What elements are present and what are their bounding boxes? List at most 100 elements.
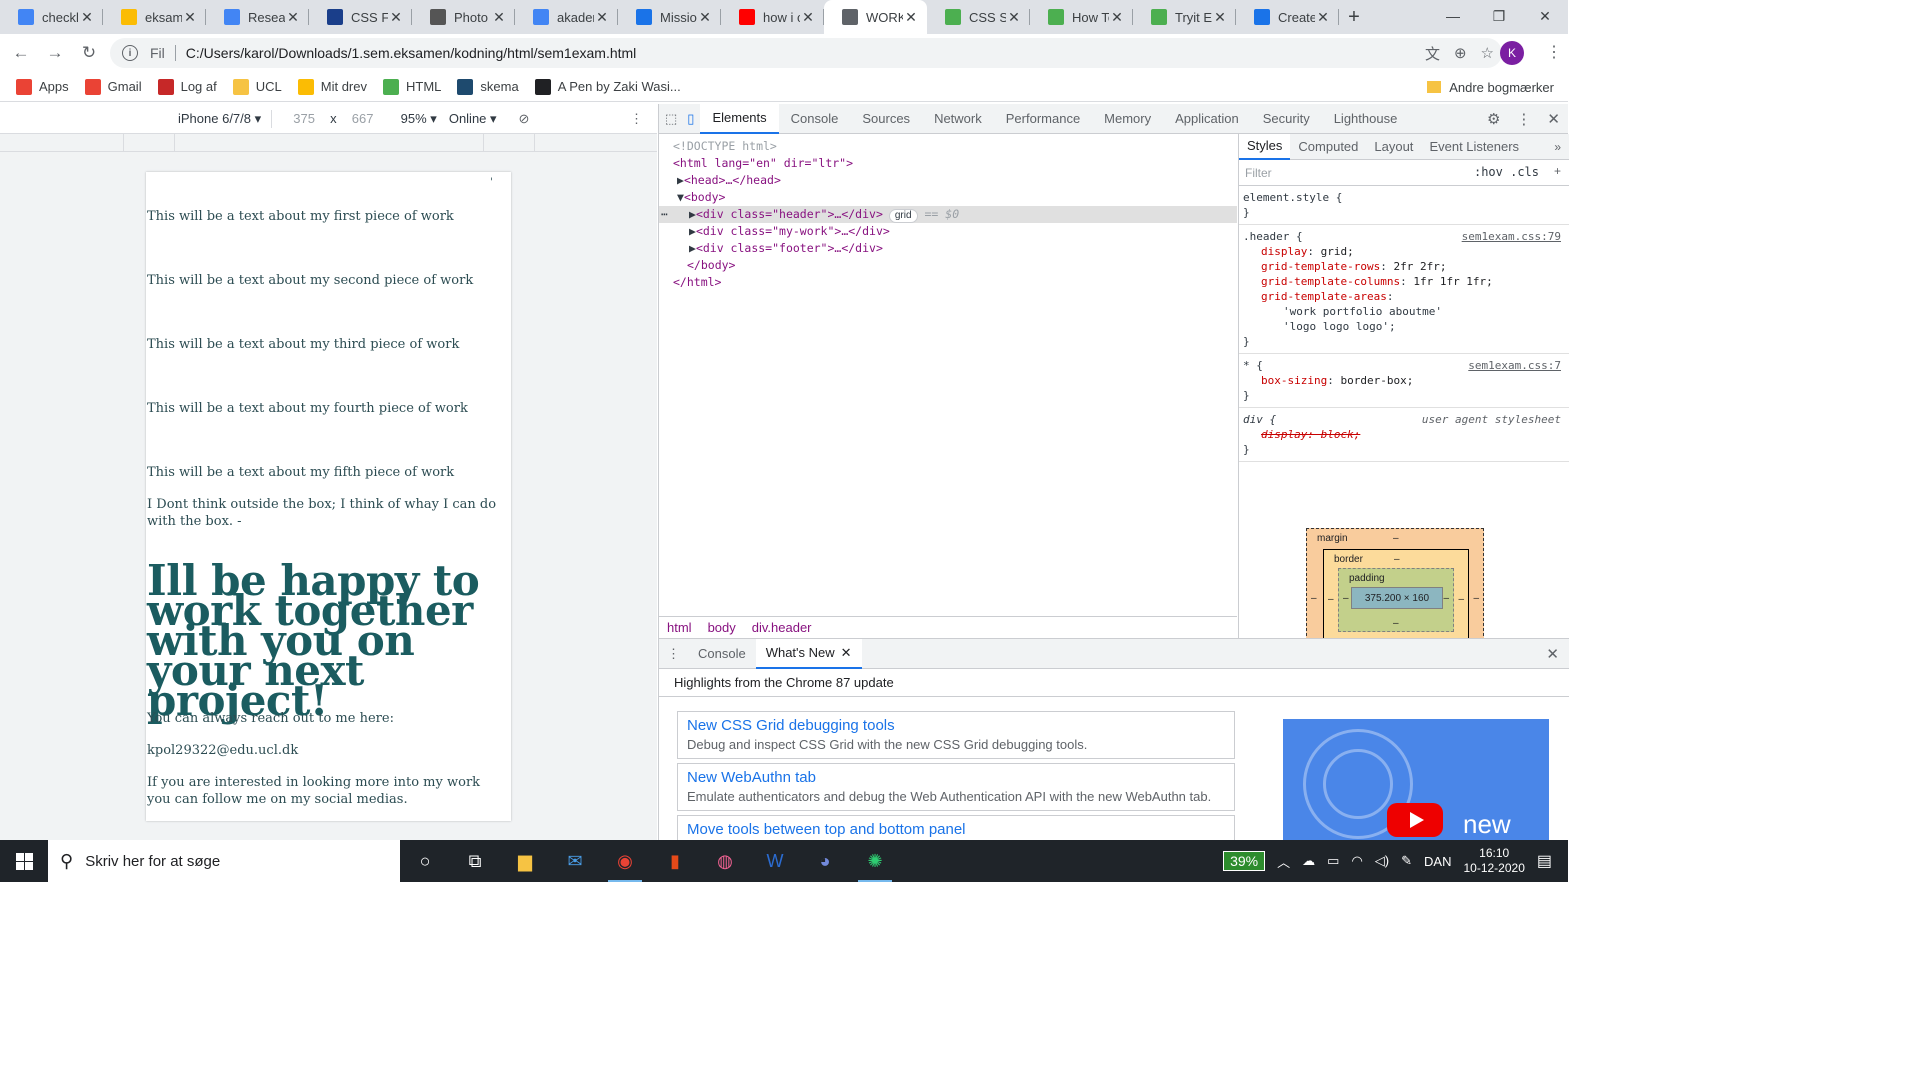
browser-tab[interactable]: CSS St✕ xyxy=(927,0,1030,34)
windows-start-icon[interactable] xyxy=(0,840,48,882)
pen-icon[interactable]: ✎ xyxy=(1401,853,1412,869)
other-bookmarks[interactable]: Andre bogmærker xyxy=(1427,72,1554,102)
styles-tab-computed[interactable]: Computed xyxy=(1290,134,1366,160)
browser-tab[interactable]: Missio ✕ xyxy=(618,0,721,34)
reload-icon[interactable]: ↻ xyxy=(72,36,106,70)
close-devtools-icon[interactable]: ✕ xyxy=(1547,110,1560,128)
grid-badge[interactable]: grid xyxy=(888,209,918,223)
close-window-icon[interactable]: ✕ xyxy=(1522,0,1568,32)
css-declaration[interactable]: grid-template-areas: xyxy=(1243,289,1565,304)
devtools-tab-performance[interactable]: Performance xyxy=(994,104,1092,134)
url-text[interactable]: C:/Users/karol/Downloads/1.sem.eksamen/k… xyxy=(186,45,637,61)
address-bar[interactable]: i Fil C:/Users/karol/Downloads/1.sem.eks… xyxy=(110,38,1502,68)
whats-new-video-thumbnail[interactable]: new xyxy=(1283,719,1549,845)
forward-icon[interactable]: → xyxy=(38,36,72,70)
browser-tab[interactable]: How Tc✕ xyxy=(1030,0,1133,34)
bookmark-item[interactable]: Log af xyxy=(157,78,217,95)
wifi-icon[interactable]: ◠ xyxy=(1351,853,1362,869)
battery-indicator[interactable]: 39% xyxy=(1223,851,1266,871)
youtube-play-icon[interactable] xyxy=(1387,803,1443,837)
word-icon[interactable]: W xyxy=(750,840,800,882)
browser-tab[interactable]: checkli ✕ xyxy=(0,0,103,34)
drawer-tab-console[interactable]: Console xyxy=(688,639,756,669)
volume-icon[interactable]: ◁) xyxy=(1375,853,1389,869)
creative-cloud-icon[interactable]: ◍ xyxy=(700,840,750,882)
devtools-tab-sources[interactable]: Sources xyxy=(850,104,922,134)
zoom-select[interactable]: 95% ▾ xyxy=(401,111,437,127)
html-close-line[interactable]: </html> xyxy=(659,274,1237,291)
close-tab-icon[interactable]: ✕ xyxy=(1006,9,1022,26)
browser-tab[interactable]: Tryit Ec✕ xyxy=(1133,0,1236,34)
devtools-tab-lighthouse[interactable]: Lighthouse xyxy=(1322,104,1410,134)
close-tab-icon[interactable]: ✕ xyxy=(903,9,919,26)
settings-gear-icon[interactable]: ⚙ xyxy=(1487,110,1500,128)
devtools-tab-memory[interactable]: Memory xyxy=(1092,104,1163,134)
close-tab-icon[interactable]: ✕ xyxy=(491,9,507,26)
element-style-rule[interactable]: element.style { } xyxy=(1239,186,1569,225)
close-tab-icon[interactable]: ✕ xyxy=(388,9,404,26)
devtools-tab-network[interactable]: Network xyxy=(922,104,994,134)
notifications-icon[interactable]: ▤ xyxy=(1537,851,1552,871)
drawer-menu-icon[interactable]: ⋮ xyxy=(667,646,680,662)
task-view-icon[interactable]: ⧉ xyxy=(450,840,500,882)
html-line[interactable]: <html lang="en" dir="ltr"> xyxy=(659,155,1237,172)
rotate-icon[interactable]: ⊘ xyxy=(519,111,530,127)
close-tab-icon[interactable]: ✕ xyxy=(594,9,610,26)
browser-tab[interactable]: how i c ✕ xyxy=(721,0,824,34)
close-tab-icon[interactable]: ✕ xyxy=(79,9,95,26)
bookmark-item[interactable]: Gmail xyxy=(84,78,142,95)
styles-tab-layout[interactable]: Layout xyxy=(1366,134,1421,160)
inspect-element-icon[interactable]: ⬚ xyxy=(665,111,677,127)
browser-tab[interactable]: akader ✕ xyxy=(515,0,618,34)
bookmark-item[interactable]: UCL xyxy=(232,78,282,95)
bookmark-item[interactable]: skema xyxy=(457,78,519,95)
collapse-arrow-icon[interactable]: ▼ xyxy=(677,190,684,204)
close-tab-icon[interactable]: ✕ xyxy=(1109,9,1125,26)
devtools-tab-security[interactable]: Security xyxy=(1251,104,1322,134)
expand-arrow-icon[interactable]: ▶ xyxy=(689,207,696,221)
close-tab-icon[interactable]: ✕ xyxy=(697,9,713,26)
header-rule-source[interactable]: sem1exam.css:79 xyxy=(1462,229,1561,244)
more-dots-icon[interactable]: ⋯ xyxy=(661,206,668,223)
throttle-select[interactable]: Online ▾ xyxy=(449,111,497,127)
universal-rule-source[interactable]: sem1exam.css:7 xyxy=(1468,358,1561,373)
info-icon[interactable]: i xyxy=(122,45,138,61)
office-icon[interactable]: ▮ xyxy=(650,840,700,882)
battery-icon[interactable]: ▭ xyxy=(1327,853,1339,869)
language-indicator[interactable]: DAN xyxy=(1424,854,1451,869)
clock[interactable]: 16:10 10-12-2020 xyxy=(1463,846,1524,876)
browser-tab[interactable]: Photo ✕ xyxy=(412,0,515,34)
whats-new-item[interactable]: New WebAuthn tab Emulate authenticators a… xyxy=(677,763,1235,811)
whats-new-item-title[interactable]: New WebAuthn tab xyxy=(687,768,1225,788)
close-drawer-icon[interactable]: ✕ xyxy=(1546,645,1559,663)
zoom-icon[interactable]: ⊕ xyxy=(1454,44,1467,62)
media-query-ruler[interactable] xyxy=(0,134,657,152)
device-width-input[interactable] xyxy=(282,107,327,130)
bookmark-item[interactable]: HTML xyxy=(383,78,441,95)
browser-tab[interactable]: WORK ✕ xyxy=(824,0,927,34)
mywork-div-line[interactable]: ▶<div class="my-work">…</div> xyxy=(659,223,1237,240)
close-tab-icon[interactable]: ✕ xyxy=(182,9,198,26)
css-declaration[interactable]: grid-template-rows: 2fr 2fr; xyxy=(1243,259,1565,274)
close-tab-icon[interactable]: ✕ xyxy=(285,9,301,26)
device-menu-icon[interactable]: ⋮ xyxy=(630,111,643,127)
close-tab-icon[interactable]: ✕ xyxy=(1315,9,1331,26)
devtools-menu-icon[interactable]: ⋮ xyxy=(1516,110,1531,128)
css-declaration[interactable]: display: grid; xyxy=(1243,244,1565,259)
avatar[interactable]: K xyxy=(1500,41,1524,65)
browser-tab[interactable]: Resear✕ xyxy=(206,0,309,34)
browser-tab[interactable]: eksame✕ xyxy=(103,0,206,34)
new-tab-button[interactable]: + xyxy=(1339,0,1369,34)
whats-new-item[interactable]: New CSS Grid debugging tools Debug and in… xyxy=(677,711,1235,759)
styles-filter[interactable]: Filter :hov .cls + xyxy=(1239,160,1569,186)
device-height-input[interactable] xyxy=(340,107,385,130)
close-tab-icon[interactable]: ✕ xyxy=(841,645,852,661)
browser-tab[interactable]: CSS Fo✕ xyxy=(309,0,412,34)
new-rule-icon[interactable]: + xyxy=(1554,164,1561,178)
css-declaration[interactable]: grid-template-columns: 1fr 1fr 1fr; xyxy=(1243,274,1565,289)
breadcrumb-html[interactable]: html xyxy=(659,620,700,635)
head-line[interactable]: ▶<head>…</head> xyxy=(659,172,1237,189)
content-box[interactable]: 375.200 × 160 xyxy=(1351,587,1443,609)
app-icon[interactable]: ✺ xyxy=(850,840,900,882)
taskbar-search[interactable]: ⚲ Skriv her for at søge xyxy=(48,840,400,882)
